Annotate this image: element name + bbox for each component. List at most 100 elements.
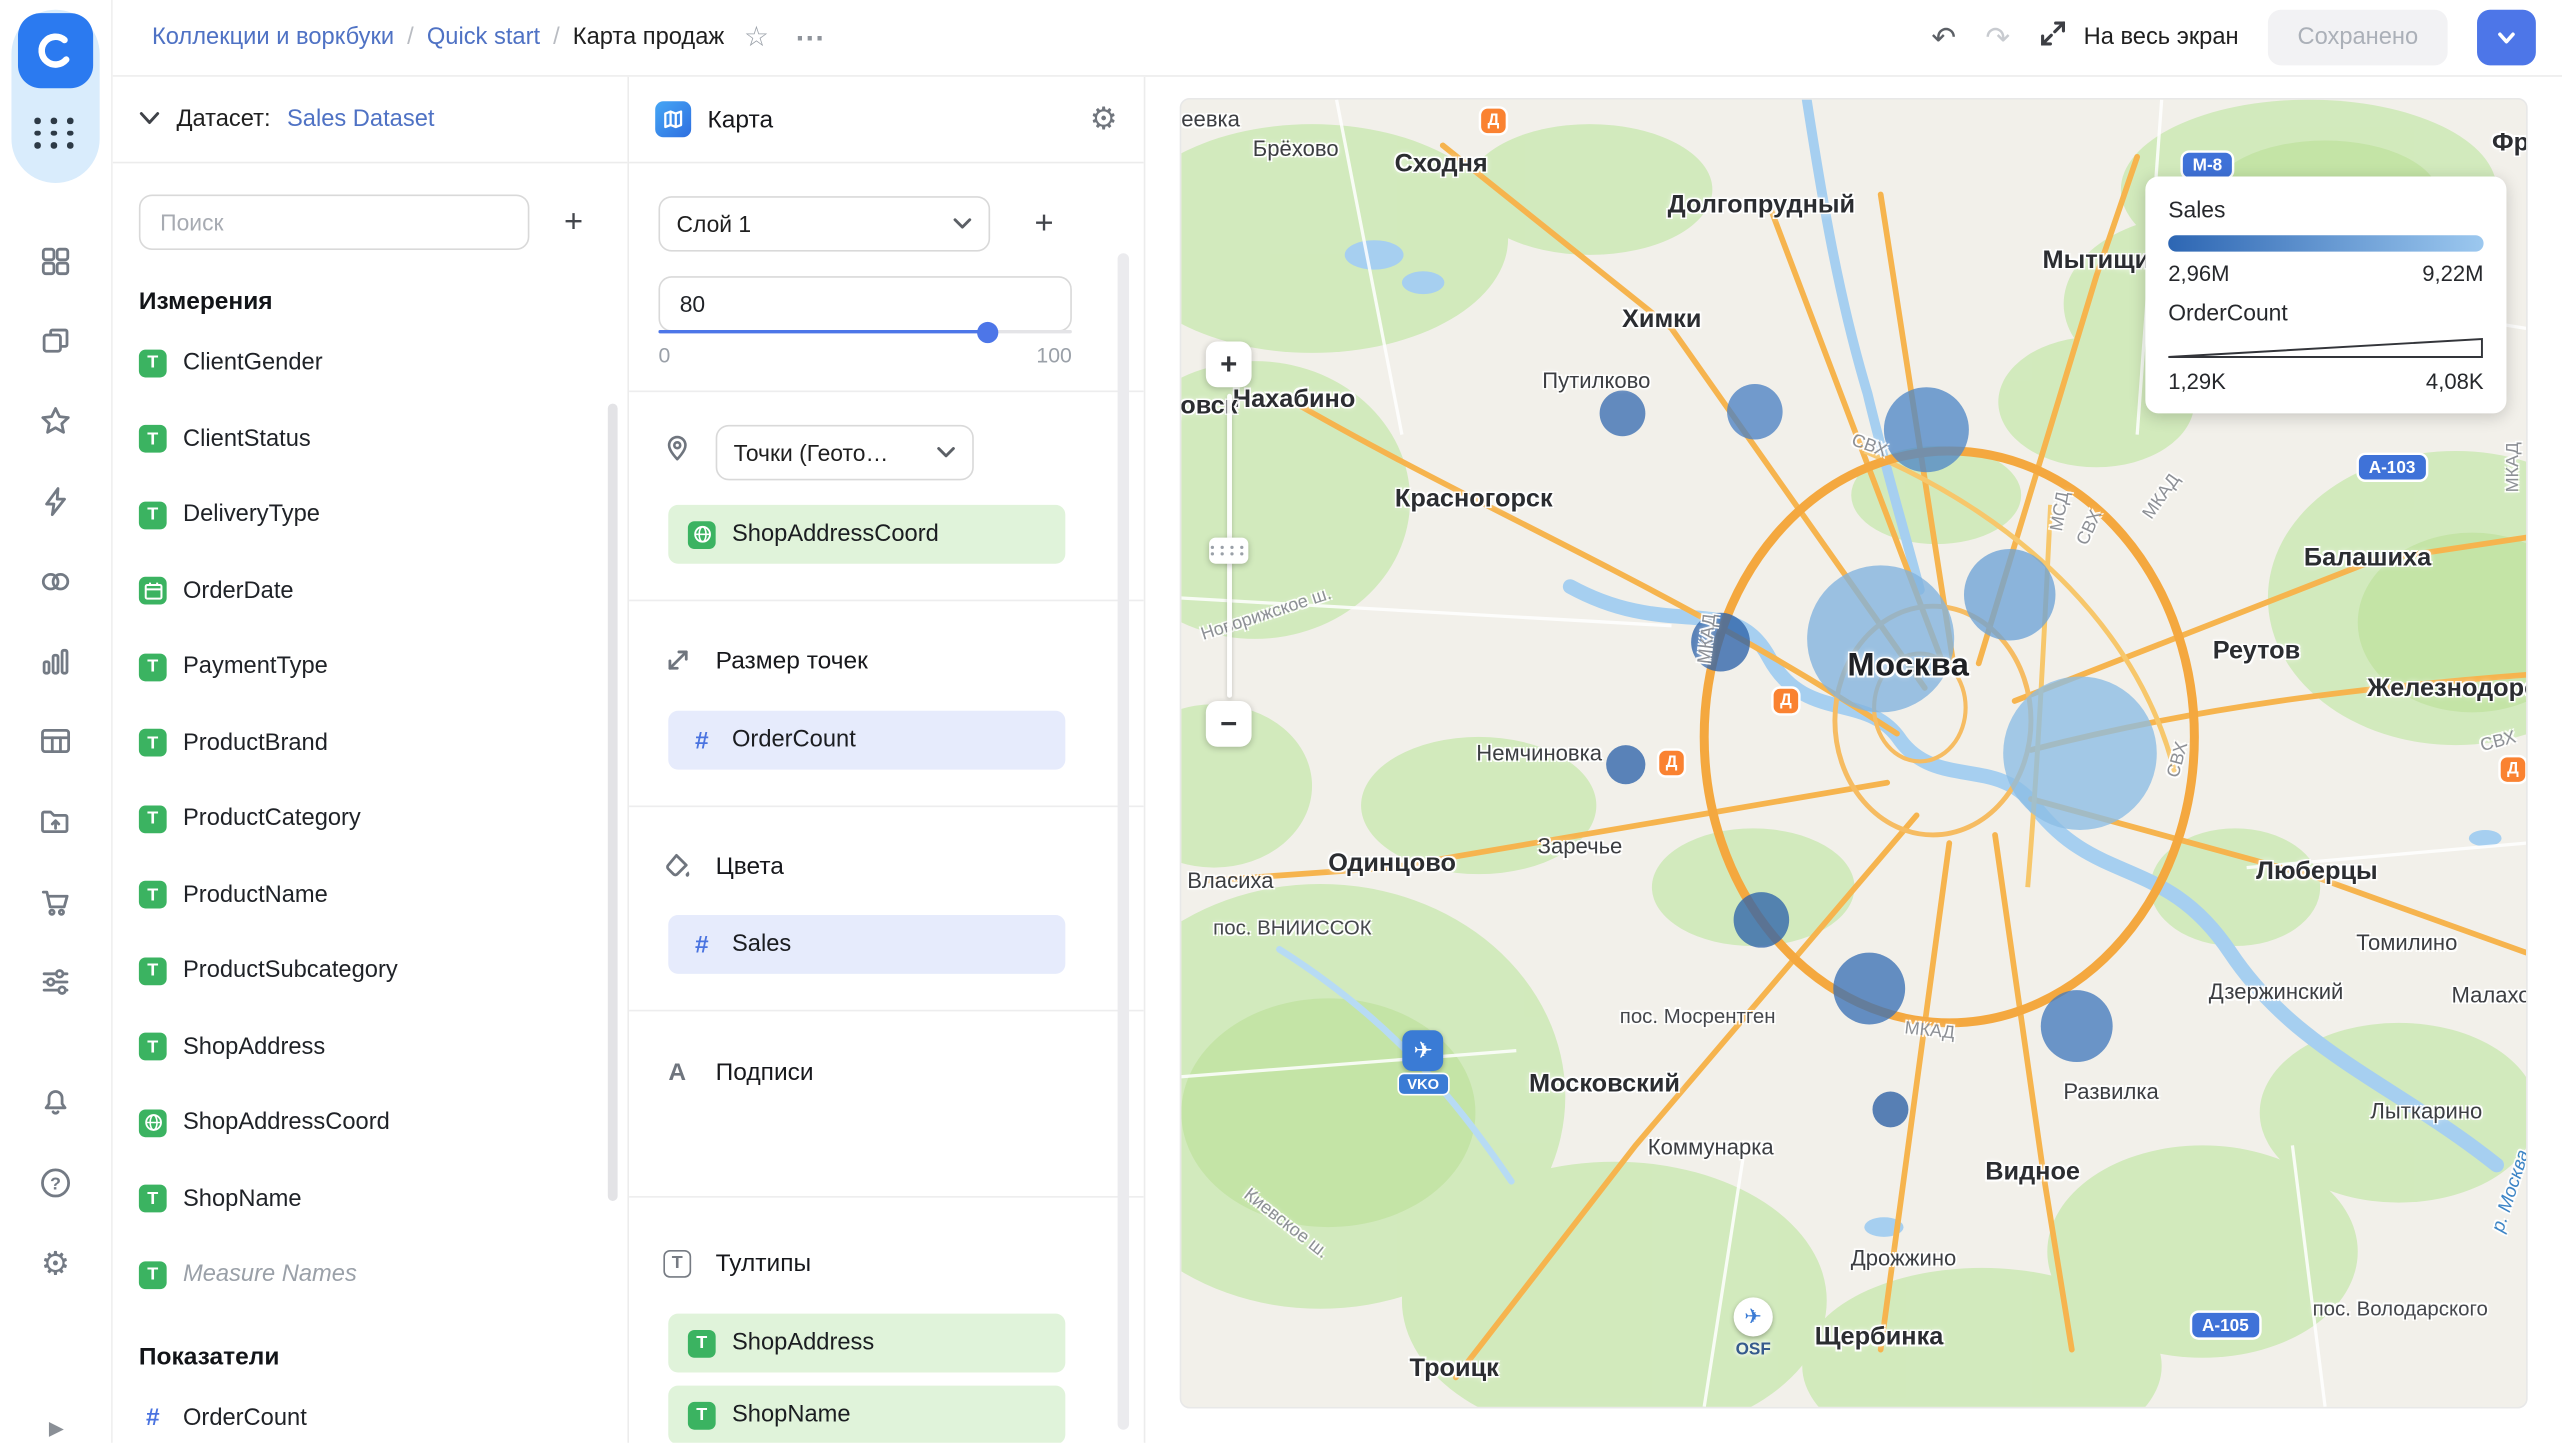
- globe-icon: [688, 520, 716, 548]
- text-type-icon: T: [139, 881, 167, 909]
- field-name: ProductCategory: [183, 806, 361, 832]
- tooltips-icon: T: [662, 1249, 693, 1277]
- dataset-scrollbar[interactable]: [608, 404, 618, 1201]
- field-item[interactable]: TShopAddress: [113, 1009, 628, 1085]
- layer-select[interactable]: Слой 1: [658, 196, 990, 252]
- map-bubble[interactable]: [1872, 1091, 1908, 1127]
- add-layer-button[interactable]: +: [1016, 196, 1072, 252]
- help-icon[interactable]: ?: [33, 1160, 79, 1206]
- text-type-icon: T: [139, 729, 167, 757]
- colors-bucket-icon: [662, 851, 693, 880]
- field-name: PaymentType: [183, 654, 328, 680]
- marketplace-icon[interactable]: [33, 879, 79, 925]
- dataset-label: Датасет:: [176, 106, 270, 132]
- text-type-icon: T: [688, 1329, 716, 1357]
- map-bubble[interactable]: [1734, 892, 1790, 948]
- field-name: DeliveryType: [183, 502, 320, 528]
- save-dropdown-button[interactable]: [2477, 10, 2536, 66]
- chart-type-title[interactable]: Карта: [707, 105, 773, 133]
- labels-a-icon: A: [662, 1058, 693, 1086]
- settings-sliders-icon[interactable]: [33, 959, 79, 1005]
- map-bubble[interactable]: [2041, 990, 2113, 1062]
- map-bubble[interactable]: [1727, 384, 1783, 440]
- map-bubble[interactable]: [1606, 745, 1645, 784]
- collapse-rail-icon[interactable]: ▶: [0, 1417, 113, 1440]
- map-bubble[interactable]: [1807, 565, 1954, 712]
- search-input[interactable]: [139, 194, 530, 250]
- gear-icon[interactable]: ⚙: [33, 1240, 79, 1286]
- tooltips-chips: TShopAddress TShopName: [629, 1314, 1144, 1443]
- notifications-bell-icon[interactable]: [33, 1080, 79, 1126]
- field-item[interactable]: TProductCategory: [113, 781, 628, 857]
- breadcrumb-separator: /: [407, 25, 414, 51]
- field-item[interactable]: #OrderCount: [113, 1380, 628, 1443]
- favorites-icon[interactable]: [33, 399, 79, 445]
- tooltips-label: Тултипы: [716, 1249, 811, 1277]
- map-bubble[interactable]: [1884, 387, 1969, 472]
- text-type-icon: T: [139, 349, 167, 377]
- chart-panel-scrollbar[interactable]: [1118, 253, 1129, 1429]
- collections-icon[interactable]: [33, 799, 79, 845]
- charts-icon[interactable]: [33, 639, 79, 685]
- opacity-control[interactable]: 80 0 100: [658, 276, 1071, 368]
- field-item[interactable]: OrderDate: [113, 553, 628, 629]
- chart-settings-gear-icon[interactable]: ⚙: [1090, 100, 1118, 138]
- zoom-out-button[interactable]: −: [1206, 701, 1252, 747]
- field-item[interactable]: TClientStatus: [113, 401, 628, 477]
- chevron-down-icon[interactable]: [139, 105, 160, 134]
- more-actions-icon[interactable]: ⋯: [795, 20, 828, 54]
- legend-size-wedge: [2168, 337, 2483, 360]
- fullscreen-label[interactable]: На весь экран: [2084, 25, 2239, 51]
- geopoints-field-chip[interactable]: ShopAddressCoord: [668, 505, 1065, 564]
- breadcrumb-quickstart[interactable]: Quick start: [427, 25, 540, 51]
- colors-field-chip[interactable]: # Sales: [668, 915, 1065, 974]
- dashboards-icon[interactable]: [33, 239, 79, 285]
- field-item[interactable]: TProductName: [113, 857, 628, 933]
- map-bubble[interactable]: [1833, 953, 1905, 1025]
- connections-icon[interactable]: [33, 479, 79, 525]
- text-type-icon: T: [688, 1401, 716, 1429]
- opacity-max: 100: [1036, 343, 1071, 368]
- workbooks-icon[interactable]: [33, 319, 79, 365]
- tooltip-field-chip[interactable]: TShopAddress: [668, 1314, 1065, 1373]
- map-canvas[interactable]: М-8А-103А-105ДДДД СходняДолгопрудныйМыти…: [1180, 98, 2528, 1408]
- point-size-field-chip[interactable]: # OrderCount: [668, 711, 1065, 770]
- add-field-button[interactable]: +: [546, 194, 602, 250]
- map-legend: Sales 2,96M 9,22M OrderCount 1,29K 4,08K: [2145, 176, 2506, 413]
- number-icon: #: [688, 726, 716, 754]
- app: ? ⚙ ▶ Коллекции и воркбуки / Quick start…: [0, 0, 2562, 1443]
- fullscreen-icon[interactable]: [2039, 20, 2067, 56]
- favorite-star-icon[interactable]: ☆: [744, 21, 769, 54]
- zoom-slider-handle[interactable]: [1209, 538, 1248, 564]
- point-size-label: Размер точек: [716, 646, 868, 674]
- zoom-in-button[interactable]: +: [1206, 341, 1252, 387]
- map-bubble[interactable]: [2003, 676, 2157, 830]
- redo-icon[interactable]: ↷: [1985, 20, 2010, 54]
- field-item[interactable]: TMeasure Names: [113, 1237, 628, 1313]
- field-item[interactable]: TDeliveryType: [113, 477, 628, 553]
- tooltip-field-chip[interactable]: TShopName: [668, 1386, 1065, 1443]
- breadcrumb-collections[interactable]: Коллекции и воркбуки: [152, 25, 394, 51]
- services-grid-icon[interactable]: [34, 118, 76, 148]
- field-name: ShopAddress: [183, 1034, 325, 1060]
- colors-label: Цвета: [716, 852, 784, 880]
- map-bubble[interactable]: [1600, 391, 1646, 437]
- field-item[interactable]: TProductSubcategory: [113, 933, 628, 1009]
- text-type-icon: T: [139, 1185, 167, 1213]
- tables-icon[interactable]: [33, 719, 79, 765]
- dimensions-list: TClientGenderTClientStatusTDeliveryTypeO…: [113, 325, 628, 1313]
- field-item[interactable]: TShopName: [113, 1161, 628, 1237]
- geotype-select[interactable]: Точки (Геото…: [716, 425, 974, 481]
- text-type-icon: T: [139, 957, 167, 985]
- map-bubble[interactable]: [1964, 549, 2056, 641]
- field-item[interactable]: TProductBrand: [113, 705, 628, 781]
- datalens-logo[interactable]: [18, 13, 93, 88]
- undo-icon[interactable]: ↶: [1931, 20, 1956, 54]
- field-item[interactable]: TClientGender: [113, 325, 628, 401]
- map-bubble[interactable]: [1691, 613, 1750, 672]
- field-item[interactable]: TPaymentType: [113, 629, 628, 705]
- datasets-icon[interactable]: [33, 559, 79, 605]
- dataset-name-link[interactable]: Sales Dataset: [287, 106, 435, 132]
- saved-button[interactable]: Сохранено: [2268, 10, 2448, 66]
- field-item[interactable]: ShopAddressCoord: [113, 1085, 628, 1161]
